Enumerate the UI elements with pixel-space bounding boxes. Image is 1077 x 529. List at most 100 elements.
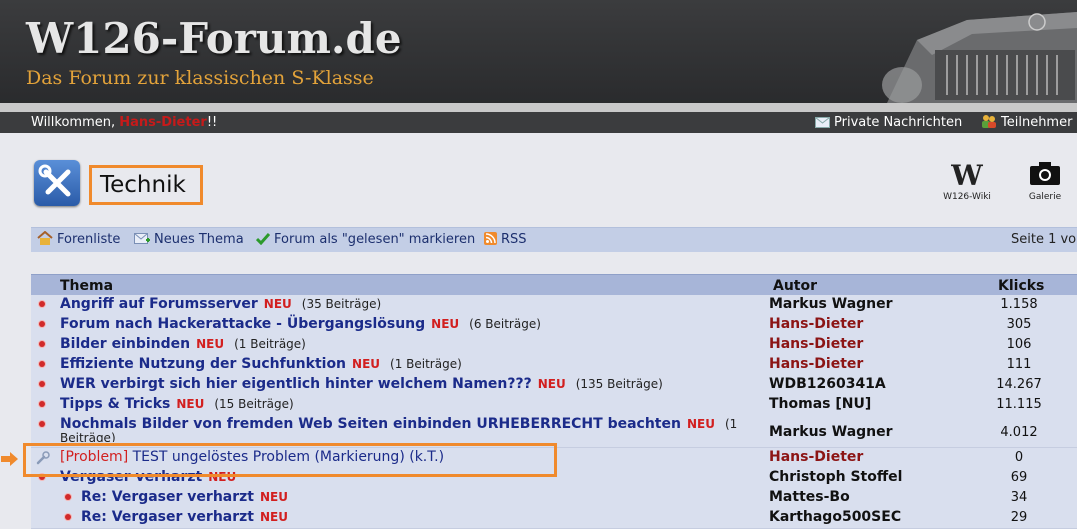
table-header: Thema Autor Klicks bbox=[31, 274, 1077, 296]
table-row[interactable]: Effiziente Nutzung der Suchfunktion NEU (1… bbox=[31, 355, 1077, 376]
new-badge: NEU bbox=[196, 337, 225, 351]
thread-author[interactable]: Hans-Dieter bbox=[769, 356, 863, 372]
thread-author[interactable]: Thomas [NU] bbox=[769, 396, 871, 412]
private-messages-link[interactable]: Private Nachrichten bbox=[815, 112, 962, 133]
table-row[interactable]: Tipps & Tricks NEU (15 Beiträge) Thomas [N… bbox=[31, 395, 1077, 416]
username-link[interactable]: Hans-Dieter bbox=[119, 115, 207, 130]
new-topic-icon bbox=[134, 233, 150, 244]
table-row[interactable]: Angriff auf Forumsserver NEU (35 Beiträge)… bbox=[31, 295, 1077, 316]
click-count: 111 bbox=[1006, 357, 1032, 372]
private-messages-label: Private Nachrichten bbox=[834, 115, 963, 130]
column-header-clicks[interactable]: Klicks bbox=[998, 275, 1044, 297]
new-post-bullet-icon bbox=[65, 494, 71, 500]
column-header-topic[interactable]: Thema bbox=[60, 275, 113, 297]
thread-title-link[interactable]: WER verbirgt sich hier eigentlich hinter… bbox=[60, 376, 663, 392]
new-badge: NEU bbox=[686, 417, 715, 431]
click-count: 1.158 bbox=[1000, 297, 1038, 312]
new-badge: NEU bbox=[537, 377, 566, 391]
forum-list-link[interactable]: Forenliste bbox=[37, 228, 120, 252]
reply-count: (1 Beiträge) bbox=[234, 337, 306, 351]
forum-nav-bar: Forenliste Neues Thema Forum als "gelese… bbox=[31, 227, 1077, 252]
click-count: 34 bbox=[1010, 490, 1028, 505]
members-label: Teilnehmer bbox=[1001, 115, 1073, 130]
reply-count: (135 Beiträge) bbox=[575, 377, 663, 391]
thread-title-link[interactable]: Nochmals Bilder von fremden Web Seiten e… bbox=[60, 416, 737, 432]
thread-author[interactable]: Hans-Dieter bbox=[769, 449, 863, 465]
new-post-bullet-icon bbox=[39, 421, 45, 427]
wiki-label: W126-Wiki bbox=[943, 192, 991, 202]
thread-title: Re: Vergaser verharzt bbox=[81, 489, 254, 505]
thread-title-link[interactable]: Re: Vergaser verharzt NEU bbox=[81, 489, 288, 505]
banner-divider bbox=[0, 103, 1077, 112]
arrow-right-icon bbox=[1, 452, 18, 466]
thread-title-link[interactable]: Bilder einbinden NEU (1 Beiträge) bbox=[60, 336, 306, 352]
new-badge: NEU bbox=[263, 297, 292, 311]
top-bar: Willkommen, Hans-Dieter!! Private Nachri… bbox=[0, 112, 1077, 133]
table-row[interactable]: Re: Vergaser verharzt NEU Mattes-Bo 34 bbox=[31, 488, 1077, 509]
pagination-info: Seite 1 von bbox=[1011, 232, 1077, 247]
thread-title: WER verbirgt sich hier eigentlich hinter… bbox=[60, 376, 532, 392]
thread-author[interactable]: Hans-Dieter bbox=[769, 336, 863, 352]
problem-row-highlight bbox=[23, 443, 557, 477]
thread-title-link[interactable]: Tipps & Tricks NEU (15 Beiträge) bbox=[60, 396, 294, 412]
members-link[interactable]: Teilnehmer bbox=[981, 112, 1072, 133]
thread-author[interactable]: Christoph Stoffel bbox=[769, 469, 902, 485]
new-topic-link[interactable]: Neues Thema bbox=[134, 228, 244, 252]
gallery-link[interactable]: Galerie bbox=[1020, 160, 1070, 202]
thread-author[interactable]: WDB1260341A bbox=[769, 376, 886, 392]
thread-author[interactable]: Markus Wagner bbox=[769, 296, 893, 312]
thread-title-link[interactable]: Effiziente Nutzung der Suchfunktion NEU (1… bbox=[60, 356, 462, 372]
click-count: 305 bbox=[1006, 317, 1032, 332]
table-row[interactable]: WER verbirgt sich hier eigentlich hinter… bbox=[31, 375, 1077, 396]
rss-label: RSS bbox=[501, 232, 527, 247]
click-count: 106 bbox=[1006, 337, 1032, 352]
click-count: 11.115 bbox=[996, 397, 1042, 412]
wiki-link[interactable]: W W126-Wiki bbox=[933, 159, 1001, 203]
rss-link[interactable]: RSS bbox=[484, 228, 527, 252]
wiki-icon: W bbox=[951, 159, 983, 192]
thread-author[interactable]: Markus Wagner bbox=[769, 424, 893, 440]
forum-title-highlight: Technik bbox=[89, 165, 203, 205]
gallery-label: Galerie bbox=[1028, 192, 1062, 202]
thread-title: Nochmals Bilder von fremden Web Seiten e… bbox=[60, 416, 681, 432]
thread-title: Bilder einbinden bbox=[60, 336, 191, 352]
checkmark-icon bbox=[256, 233, 270, 245]
new-badge: NEU bbox=[352, 357, 381, 371]
mark-read-label: Forum als "gelesen" markieren bbox=[274, 232, 476, 247]
column-header-author[interactable]: Autor bbox=[773, 275, 817, 297]
welcome-prefix: Willkommen, bbox=[31, 115, 120, 130]
forum-title: Technik bbox=[100, 172, 186, 198]
reply-count: (35 Beiträge) bbox=[301, 297, 382, 311]
site-banner: W126-Forum.de Das Forum zur klassischen … bbox=[0, 0, 1077, 103]
reply-count: (1 Beiträge) bbox=[390, 357, 462, 371]
envelope-icon bbox=[815, 117, 830, 128]
click-count: 0 bbox=[1014, 450, 1024, 465]
table-row[interactable]: Bilder einbinden NEU (1 Beiträge) Hans-Die… bbox=[31, 335, 1077, 356]
thread-title: Re: Vergaser verharzt bbox=[81, 509, 254, 525]
site-title[interactable]: W126-Forum.de bbox=[26, 14, 402, 63]
table-row[interactable]: Forum nach Hackerattacke - Übergangslösu… bbox=[31, 315, 1077, 336]
tools-icon bbox=[34, 160, 80, 206]
table-row[interactable]: Re: Vergaser verharzt NEU Karthago500SEC … bbox=[31, 508, 1077, 529]
rss-icon bbox=[484, 232, 497, 245]
new-post-bullet-icon bbox=[39, 381, 45, 387]
reply-count-continued: Beiträge) bbox=[60, 432, 116, 442]
camera-icon bbox=[1030, 162, 1060, 185]
thread-author[interactable]: Mattes-Bo bbox=[769, 489, 850, 505]
welcome-message: Willkommen, Hans-Dieter!! bbox=[31, 112, 217, 133]
new-badge: NEU bbox=[259, 510, 288, 524]
click-count: 4.012 bbox=[1000, 425, 1038, 440]
welcome-suffix: !! bbox=[206, 115, 218, 130]
forum-list-label: Forenliste bbox=[57, 232, 121, 247]
click-count: 14.267 bbox=[996, 377, 1042, 392]
mark-read-link[interactable]: Forum als "gelesen" markieren bbox=[256, 228, 475, 252]
new-post-bullet-icon bbox=[39, 301, 45, 307]
new-post-bullet-icon bbox=[39, 401, 45, 407]
thread-author[interactable]: Hans-Dieter bbox=[769, 316, 863, 332]
new-post-bullet-icon bbox=[39, 341, 45, 347]
thread-author[interactable]: Karthago500SEC bbox=[769, 509, 901, 525]
new-badge: NEU bbox=[176, 397, 205, 411]
thread-title-link[interactable]: Forum nach Hackerattacke - Übergangslösu… bbox=[60, 316, 541, 332]
thread-title-link[interactable]: Re: Vergaser verharzt NEU bbox=[81, 509, 288, 525]
thread-title-link[interactable]: Angriff auf Forumsserver NEU (35 Beiträge) bbox=[60, 296, 381, 312]
